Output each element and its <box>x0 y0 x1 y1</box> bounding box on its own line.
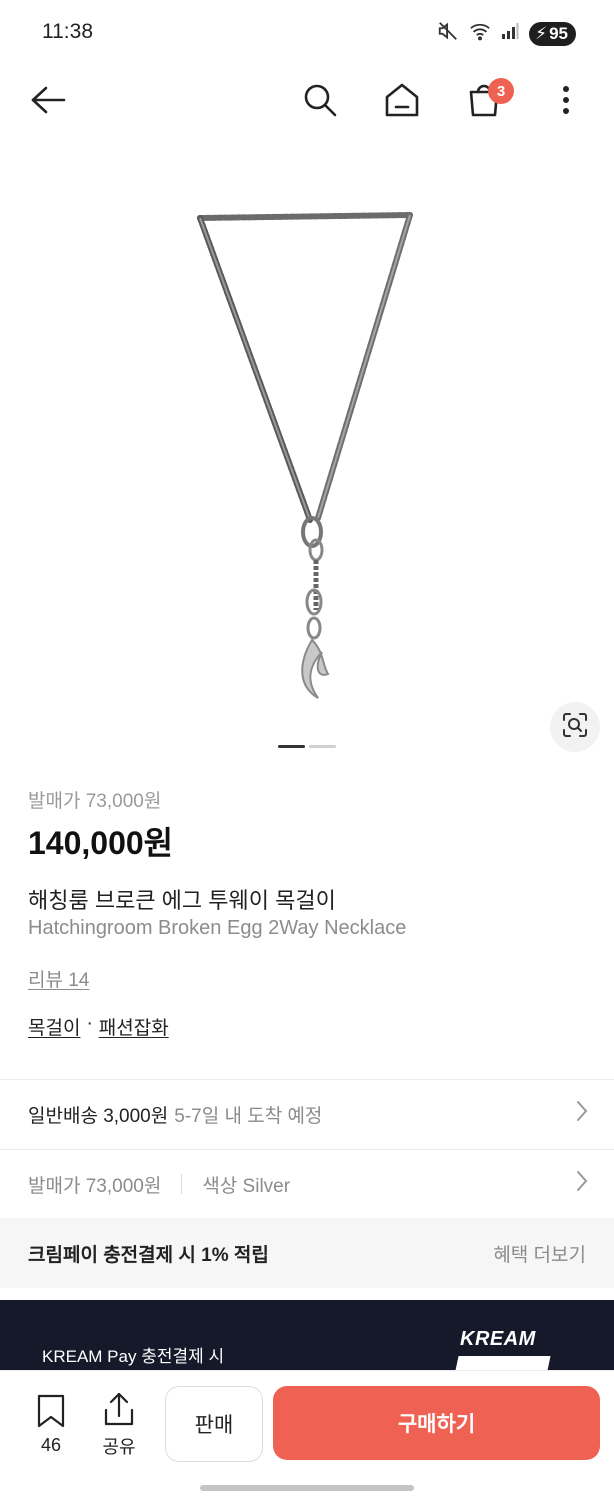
buy-button[interactable]: 구매하기 <box>273 1386 600 1460</box>
chevron-right-icon <box>576 1170 588 1198</box>
category-separator: · <box>86 1013 93 1034</box>
visual-search-button[interactable] <box>550 702 600 752</box>
cart-count-badge: 3 <box>488 78 514 104</box>
sell-button[interactable]: 판매 <box>165 1386 263 1462</box>
back-button[interactable] <box>26 80 70 124</box>
wifi-icon <box>469 21 491 46</box>
more-button[interactable] <box>548 80 584 124</box>
signal-icon <box>501 22 519 45</box>
product-title-korean: 해칭룸 브로큰 에그 투웨이 목걸이 <box>28 888 336 913</box>
kream-logo: KREAM <box>460 1328 536 1350</box>
carousel-indicator <box>278 745 336 748</box>
product-image[interactable] <box>0 140 614 770</box>
current-price: 140,000원 <box>28 825 174 861</box>
more-vertical-icon <box>562 84 570 121</box>
search-icon <box>302 82 338 123</box>
category-link-necklace[interactable]: 목걸이 <box>28 1013 80 1040</box>
shipping-row[interactable]: 일반배송 3,000원 5-7일 내 도착 예정 <box>0 1080 614 1148</box>
home-button[interactable] <box>380 80 424 124</box>
option-release-price: 발매가 73,000원 <box>28 1175 162 1197</box>
home-indicator <box>200 1485 414 1491</box>
battery-level: 95 <box>549 23 568 43</box>
share-icon <box>103 1392 135 1432</box>
category-tags: 목걸이 · 패션잡화 <box>28 1013 169 1040</box>
necklace-image <box>197 212 413 699</box>
kream-pay-banner[interactable]: KREAM Pay 충전결제 시 KREAM <box>0 1300 614 1380</box>
bookmark-count: 46 <box>40 1435 62 1455</box>
banner-text: KREAM Pay 충전결제 시 <box>42 1347 225 1366</box>
share-label: 공유 <box>102 1437 136 1457</box>
benefit-text: 크림페이 충전결제 시 1% 적립 <box>28 1244 269 1266</box>
lens-icon <box>562 712 588 743</box>
bookmark-button[interactable]: 46 <box>30 1394 72 1456</box>
bookmark-icon <box>35 1394 67 1432</box>
share-button[interactable]: 공유 <box>98 1392 140 1459</box>
options-row[interactable]: 발매가 73,000원 색상 Silver <box>0 1150 614 1218</box>
benefit-more-link[interactable]: 혜택 더보기 <box>493 1240 586 1267</box>
search-button[interactable] <box>298 80 342 124</box>
home-icon <box>384 82 420 123</box>
review-link[interactable]: 리뷰 14 <box>28 965 89 992</box>
release-price: 발매가 73,000원 <box>28 791 162 812</box>
category-link-fashion[interactable]: 패션잡화 <box>99 1013 169 1040</box>
status-time: 11:38 <box>42 20 93 43</box>
shipping-eta: 5-7일 내 도착 예정 <box>174 1105 323 1127</box>
mute-icon <box>437 20 459 47</box>
product-title-english: Hatchingroom Broken Egg 2Way Necklace <box>28 917 407 939</box>
status-icons: ⚡ 95 <box>437 20 576 47</box>
benefit-row[interactable]: 크림페이 충전결제 시 1% 적립 혜택 더보기 <box>0 1218 614 1288</box>
battery-indicator: ⚡ 95 <box>529 21 576 46</box>
carousel-dot <box>309 745 336 748</box>
carousel-dot-active <box>278 745 305 748</box>
bolt-icon: ⚡ <box>535 23 548 43</box>
shipping-label: 일반배송 3,000원 <box>28 1105 169 1127</box>
arrow-left-icon <box>30 85 66 120</box>
option-color: 색상 Silver <box>202 1175 291 1197</box>
option-separator <box>181 1174 183 1194</box>
chevron-right-icon <box>576 1100 588 1128</box>
